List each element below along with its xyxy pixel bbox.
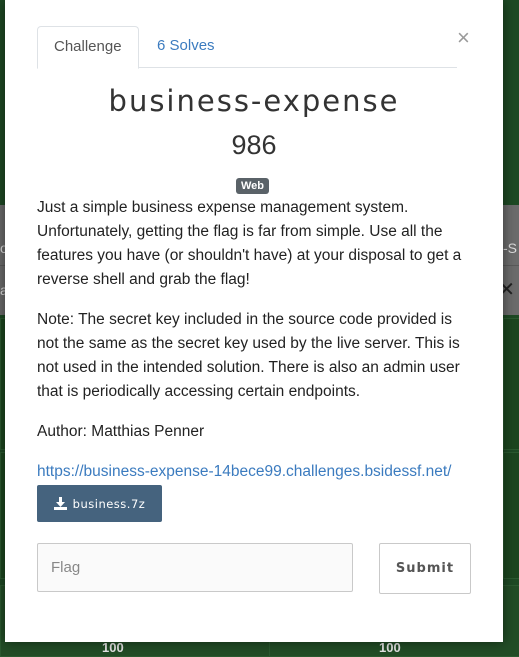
challenge-link[interactable]: https://business-expense-14bece99.challe… xyxy=(37,463,451,480)
challenge-modal: × Challenge 6 Solves business-expense 98… xyxy=(5,0,503,642)
challenge-description: Just a simple business expense managemen… xyxy=(37,196,477,500)
flag-input[interactable] xyxy=(37,543,353,592)
description-paragraph: Note: The secret key included in the sou… xyxy=(37,311,460,400)
tab-challenge[interactable]: Challenge xyxy=(37,26,139,69)
submit-button[interactable]: Submit xyxy=(379,543,471,594)
modal-tabs: Challenge 6 Solves xyxy=(37,26,457,69)
background-card-score: 100 xyxy=(102,640,124,655)
background-card-score: 100 xyxy=(379,640,401,655)
category-tag: Web xyxy=(236,178,270,194)
author-line: Author: Matthias Penner xyxy=(37,423,205,440)
background-challenge-card xyxy=(503,318,519,450)
challenge-title: business-expense xyxy=(108,84,400,118)
description-paragraph: Just a simple business expense managemen… xyxy=(37,199,462,288)
download-file-label: business.7z xyxy=(72,496,146,511)
download-file-button[interactable]: business.7z xyxy=(37,485,162,522)
close-icon[interactable]: × xyxy=(457,26,470,50)
challenge-points: 986 xyxy=(231,130,277,160)
background-challenge-card xyxy=(503,452,519,579)
download-icon xyxy=(53,497,67,510)
tab-solves[interactable]: 6 Solves xyxy=(141,26,231,66)
